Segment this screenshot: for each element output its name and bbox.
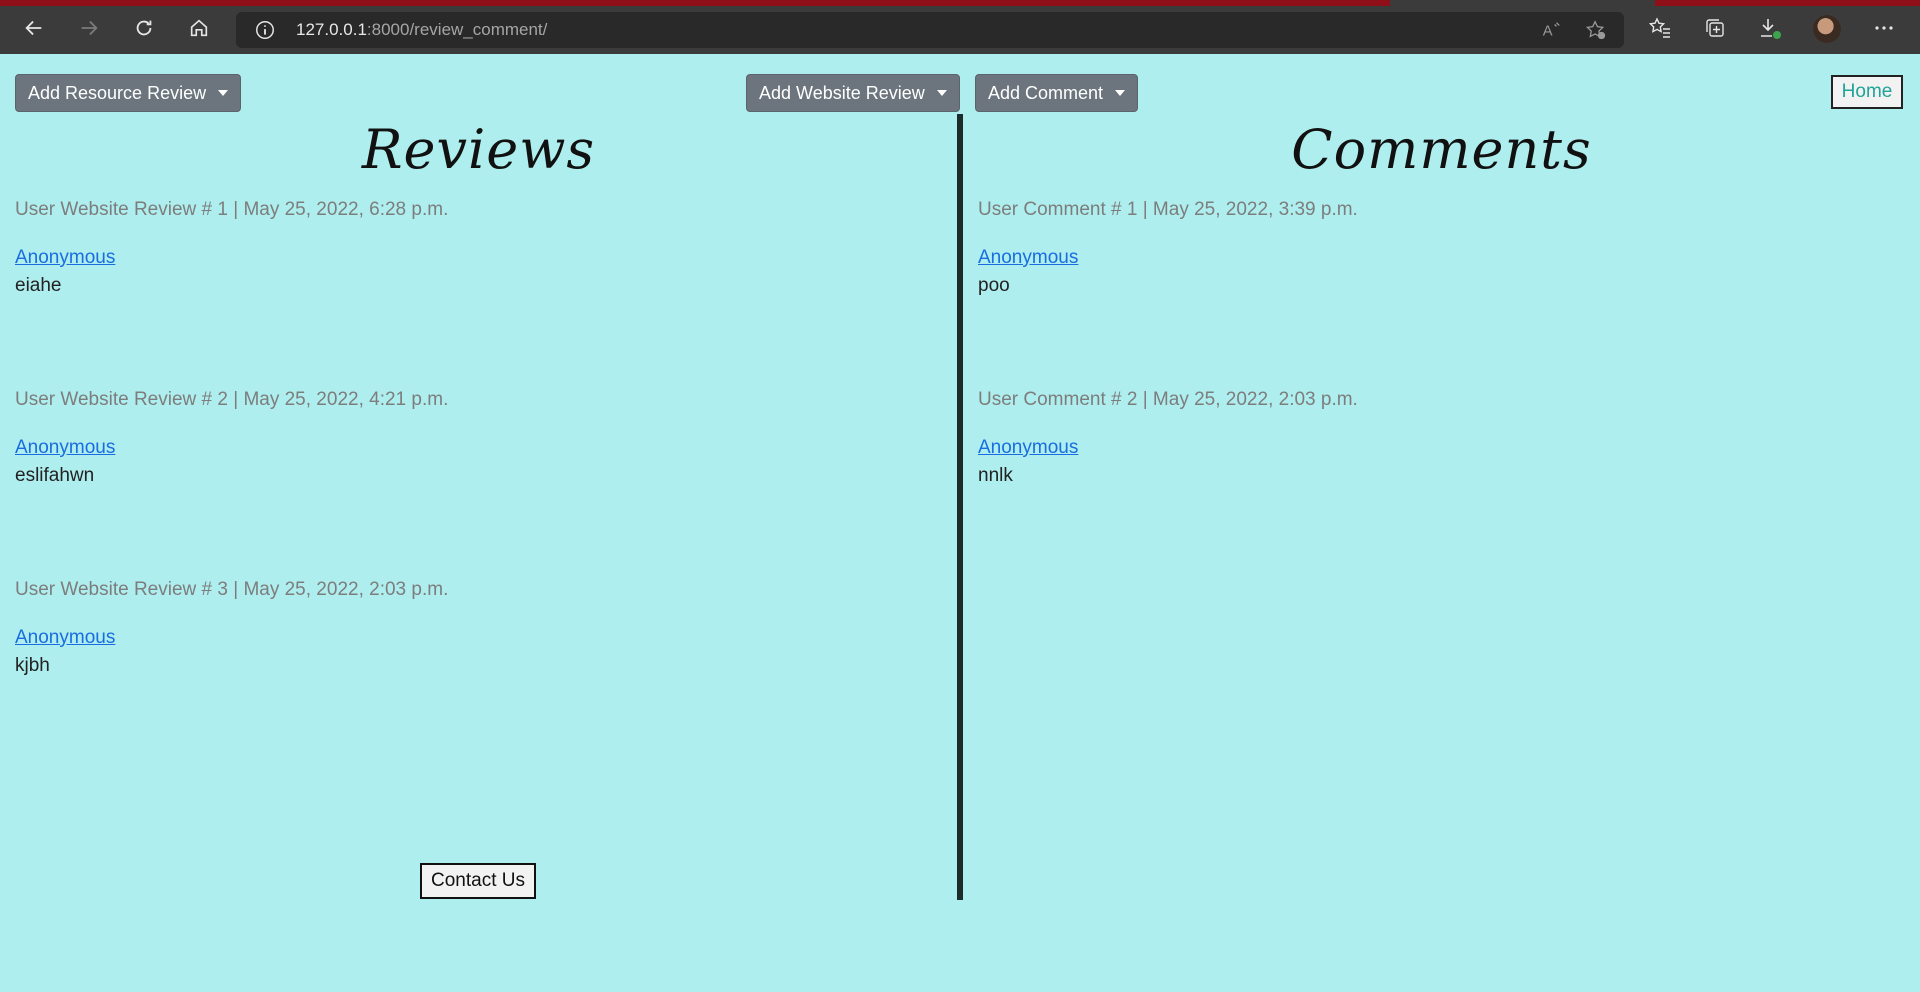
add-comment-button[interactable]: Add Comment: [975, 74, 1139, 112]
address-bar[interactable]: 127.0.0.1:8000/review_comment/ A: [236, 12, 1624, 48]
back-icon[interactable]: [16, 10, 52, 46]
review-author-link[interactable]: Anonymous: [15, 247, 448, 269]
review-item: User Website Review # 2 | May 25, 2022, …: [15, 389, 448, 487]
home-button[interactable]: Home: [1831, 75, 1903, 109]
comment-body: poo: [978, 275, 1010, 296]
chevron-down-icon: [936, 90, 947, 96]
info-icon[interactable]: [254, 19, 276, 41]
review-meta: User Website Review # 2 | May 25, 2022, …: [15, 389, 449, 410]
forward-icon[interactable]: [71, 10, 107, 46]
url-text[interactable]: 127.0.0.1:8000/review_comment/: [296, 20, 547, 40]
favorites-icon[interactable]: [1648, 16, 1672, 40]
comment-item: User Comment # 2 | May 25, 2022, 2:03 p.…: [978, 389, 1358, 487]
more-options-icon[interactable]: [1872, 16, 1896, 40]
comments-heading: Comments: [1291, 118, 1592, 181]
browser-toolbar: 127.0.0.1:8000/review_comment/ A: [0, 0, 1920, 54]
review-item: User Website Review # 1 | May 25, 2022, …: [15, 199, 448, 297]
review-meta: User Website Review # 3 | May 25, 2022, …: [15, 579, 449, 600]
review-author-link[interactable]: Anonymous: [15, 627, 448, 649]
downloads-icon[interactable]: [1758, 16, 1782, 40]
comment-author-link[interactable]: Anonymous: [978, 437, 1358, 459]
comment-body: nnlk: [978, 465, 1013, 486]
add-comment-label: Add Comment: [988, 82, 1104, 103]
review-item: User Website Review # 3 | May 25, 2022, …: [15, 579, 448, 677]
chevron-down-icon: [218, 90, 229, 96]
review-meta: User Website Review # 1 | May 25, 2022, …: [15, 199, 449, 220]
read-aloud-icon[interactable]: A: [1540, 19, 1562, 41]
review-author-link[interactable]: Anonymous: [15, 437, 448, 459]
contact-us-button[interactable]: Contact Us: [420, 863, 536, 899]
add-resource-review-label: Add Resource Review: [28, 82, 207, 103]
review-body: eiahe: [15, 275, 62, 296]
collections-icon[interactable]: [1703, 16, 1727, 40]
tab-strip-accent: [0, 0, 1390, 6]
comment-item: User Comment # 1 | May 25, 2022, 3:39 p.…: [978, 199, 1358, 297]
column-divider: [957, 114, 963, 900]
tab-strip-accent-right: [1655, 0, 1920, 6]
review-body: eslifahwn: [15, 465, 95, 486]
home-icon[interactable]: [181, 10, 217, 46]
reviews-heading: Reviews: [361, 118, 596, 181]
review-body: kjbh: [15, 655, 50, 676]
chevron-down-icon: [1115, 90, 1126, 96]
add-website-review-label: Add Website Review: [759, 82, 925, 103]
refresh-icon[interactable]: [126, 10, 162, 46]
profile-avatar[interactable]: [1813, 15, 1841, 43]
comment-meta: User Comment # 1 | May 25, 2022, 3:39 p.…: [978, 199, 1358, 220]
svg-text:A: A: [1543, 24, 1553, 40]
add-resource-review-button[interactable]: Add Resource Review: [15, 74, 242, 112]
comment-author-link[interactable]: Anonymous: [978, 247, 1358, 269]
add-favorite-icon[interactable]: [1585, 19, 1607, 41]
comment-meta: User Comment # 2 | May 25, 2022, 2:03 p.…: [978, 389, 1358, 410]
add-website-review-button[interactable]: Add Website Review: [746, 74, 960, 112]
